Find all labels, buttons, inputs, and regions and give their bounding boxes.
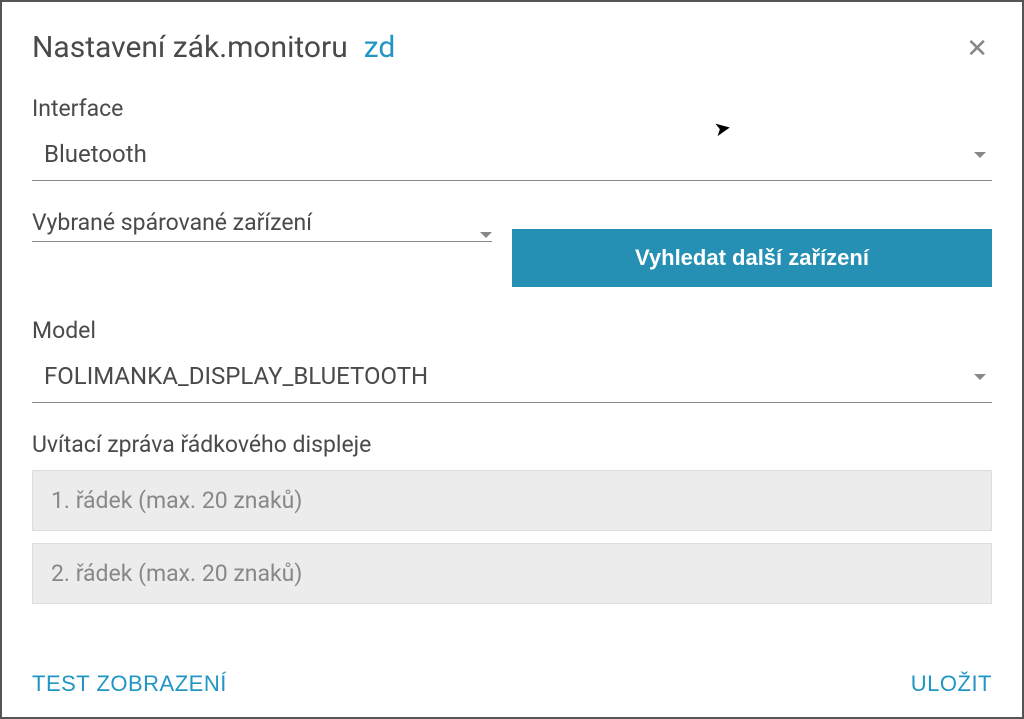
close-icon[interactable]: ✕ <box>962 36 992 62</box>
paired-row: Vybrané spárované zařízení Vyhledat dalš… <box>32 209 992 287</box>
save-button[interactable]: ULOŽIT <box>911 671 992 697</box>
welcome-line1-input[interactable] <box>32 470 992 531</box>
dialog-header: Nastavení zák.monitoru zd ✕ <box>32 30 992 65</box>
paired-device-field: Vybrané spárované zařízení <box>32 209 492 242</box>
model-label: Model <box>32 317 992 344</box>
welcome-label: Uvítací zpráva řádkového displeje <box>32 431 992 458</box>
paired-select[interactable] <box>32 238 492 242</box>
dialog-title-suffix: zd <box>364 30 396 65</box>
settings-dialog: Nastavení zák.monitoru zd ✕ Interface Bl… <box>0 0 1024 719</box>
interface-value: Bluetooth <box>44 140 147 168</box>
interface-label: Interface <box>32 95 992 122</box>
dialog-title: Nastavení zák.monitoru <box>32 30 348 65</box>
model-value: FOLIMANKA_DISPLAY_BLUETOOTH <box>44 362 428 390</box>
test-display-button[interactable]: TEST ZOBRAZENÍ <box>32 671 227 697</box>
paired-label: Vybrané spárované zařízení <box>32 209 492 236</box>
interface-select[interactable]: Bluetooth <box>32 130 992 181</box>
dialog-title-wrap: Nastavení zák.monitoru zd <box>32 30 395 65</box>
search-devices-button[interactable]: Vyhledat další zařízení <box>512 229 992 287</box>
chevron-down-icon <box>974 374 986 380</box>
welcome-line2-input[interactable] <box>32 543 992 604</box>
chevron-down-icon <box>480 232 492 238</box>
model-select[interactable]: FOLIMANKA_DISPLAY_BLUETOOTH <box>32 352 992 403</box>
chevron-down-icon <box>974 152 986 158</box>
dialog-footer: TEST ZOBRAZENÍ ULOŽIT <box>32 655 992 697</box>
